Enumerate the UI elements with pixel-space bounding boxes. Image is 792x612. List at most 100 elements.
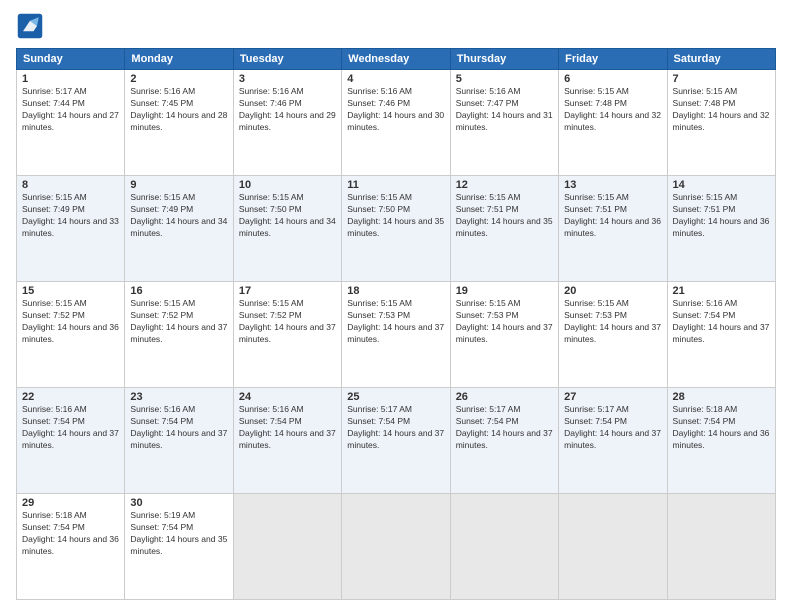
day-number: 22 (22, 391, 119, 403)
day-info: Sunrise: 5:16 AMSunset: 7:54 PMDaylight:… (130, 404, 227, 452)
day-number: 13 (564, 179, 661, 191)
calendar-cell: 8Sunrise: 5:15 AMSunset: 7:49 PMDaylight… (17, 176, 125, 282)
calendar-cell: 18Sunrise: 5:15 AMSunset: 7:53 PMDayligh… (342, 282, 450, 388)
day-number: 1 (22, 73, 119, 85)
day-info: Sunrise: 5:19 AMSunset: 7:54 PMDaylight:… (130, 510, 227, 558)
calendar-cell (233, 494, 341, 600)
calendar-cell: 14Sunrise: 5:15 AMSunset: 7:51 PMDayligh… (667, 176, 775, 282)
calendar-cell: 5Sunrise: 5:16 AMSunset: 7:47 PMDaylight… (450, 70, 558, 176)
calendar-week-row: 29Sunrise: 5:18 AMSunset: 7:54 PMDayligh… (17, 494, 776, 600)
calendar-cell: 13Sunrise: 5:15 AMSunset: 7:51 PMDayligh… (559, 176, 667, 282)
day-info: Sunrise: 5:17 AMSunset: 7:54 PMDaylight:… (347, 404, 444, 452)
calendar-cell: 19Sunrise: 5:15 AMSunset: 7:53 PMDayligh… (450, 282, 558, 388)
day-info: Sunrise: 5:18 AMSunset: 7:54 PMDaylight:… (22, 510, 119, 558)
calendar-cell: 28Sunrise: 5:18 AMSunset: 7:54 PMDayligh… (667, 388, 775, 494)
calendar-cell (559, 494, 667, 600)
calendar-cell: 21Sunrise: 5:16 AMSunset: 7:54 PMDayligh… (667, 282, 775, 388)
day-number: 12 (456, 179, 553, 191)
calendar-cell: 26Sunrise: 5:17 AMSunset: 7:54 PMDayligh… (450, 388, 558, 494)
day-info: Sunrise: 5:16 AMSunset: 7:47 PMDaylight:… (456, 86, 553, 134)
day-info: Sunrise: 5:15 AMSunset: 7:48 PMDaylight:… (673, 86, 770, 134)
calendar-week-row: 1Sunrise: 5:17 AMSunset: 7:44 PMDaylight… (17, 70, 776, 176)
logo (16, 12, 48, 40)
day-info: Sunrise: 5:17 AMSunset: 7:54 PMDaylight:… (456, 404, 553, 452)
day-number: 9 (130, 179, 227, 191)
calendar-cell: 1Sunrise: 5:17 AMSunset: 7:44 PMDaylight… (17, 70, 125, 176)
calendar-day-header: Tuesday (233, 49, 341, 70)
day-number: 16 (130, 285, 227, 297)
calendar-cell (342, 494, 450, 600)
calendar-header-row: SundayMondayTuesdayWednesdayThursdayFrid… (17, 49, 776, 70)
day-number: 27 (564, 391, 661, 403)
day-number: 2 (130, 73, 227, 85)
day-number: 3 (239, 73, 336, 85)
day-number: 18 (347, 285, 444, 297)
day-info: Sunrise: 5:15 AMSunset: 7:53 PMDaylight:… (564, 298, 661, 346)
calendar-cell: 22Sunrise: 5:16 AMSunset: 7:54 PMDayligh… (17, 388, 125, 494)
day-info: Sunrise: 5:15 AMSunset: 7:51 PMDaylight:… (673, 192, 770, 240)
day-info: Sunrise: 5:16 AMSunset: 7:54 PMDaylight:… (673, 298, 770, 346)
day-info: Sunrise: 5:15 AMSunset: 7:51 PMDaylight:… (456, 192, 553, 240)
day-info: Sunrise: 5:16 AMSunset: 7:54 PMDaylight:… (239, 404, 336, 452)
day-number: 28 (673, 391, 770, 403)
day-number: 5 (456, 73, 553, 85)
calendar-day-header: Saturday (667, 49, 775, 70)
calendar-day-header: Thursday (450, 49, 558, 70)
day-number: 20 (564, 285, 661, 297)
calendar-cell: 3Sunrise: 5:16 AMSunset: 7:46 PMDaylight… (233, 70, 341, 176)
calendar-cell: 16Sunrise: 5:15 AMSunset: 7:52 PMDayligh… (125, 282, 233, 388)
day-info: Sunrise: 5:15 AMSunset: 7:51 PMDaylight:… (564, 192, 661, 240)
calendar-day-header: Monday (125, 49, 233, 70)
calendar-cell: 30Sunrise: 5:19 AMSunset: 7:54 PMDayligh… (125, 494, 233, 600)
day-info: Sunrise: 5:15 AMSunset: 7:50 PMDaylight:… (347, 192, 444, 240)
day-number: 26 (456, 391, 553, 403)
calendar-cell: 2Sunrise: 5:16 AMSunset: 7:45 PMDaylight… (125, 70, 233, 176)
day-info: Sunrise: 5:15 AMSunset: 7:53 PMDaylight:… (347, 298, 444, 346)
day-info: Sunrise: 5:16 AMSunset: 7:54 PMDaylight:… (22, 404, 119, 452)
calendar-day-header: Friday (559, 49, 667, 70)
calendar-day-header: Wednesday (342, 49, 450, 70)
calendar-cell: 7Sunrise: 5:15 AMSunset: 7:48 PMDaylight… (667, 70, 775, 176)
calendar-table: SundayMondayTuesdayWednesdayThursdayFrid… (16, 48, 776, 600)
day-number: 17 (239, 285, 336, 297)
day-number: 30 (130, 497, 227, 509)
day-number: 4 (347, 73, 444, 85)
calendar-cell: 10Sunrise: 5:15 AMSunset: 7:50 PMDayligh… (233, 176, 341, 282)
day-info: Sunrise: 5:16 AMSunset: 7:46 PMDaylight:… (239, 86, 336, 134)
calendar-cell: 15Sunrise: 5:15 AMSunset: 7:52 PMDayligh… (17, 282, 125, 388)
calendar-cell: 12Sunrise: 5:15 AMSunset: 7:51 PMDayligh… (450, 176, 558, 282)
calendar-cell (667, 494, 775, 600)
header (16, 12, 776, 40)
day-info: Sunrise: 5:15 AMSunset: 7:52 PMDaylight:… (130, 298, 227, 346)
calendar-cell: 17Sunrise: 5:15 AMSunset: 7:52 PMDayligh… (233, 282, 341, 388)
calendar-cell: 27Sunrise: 5:17 AMSunset: 7:54 PMDayligh… (559, 388, 667, 494)
logo-icon (16, 12, 44, 40)
calendar-cell: 6Sunrise: 5:15 AMSunset: 7:48 PMDaylight… (559, 70, 667, 176)
day-number: 23 (130, 391, 227, 403)
day-number: 24 (239, 391, 336, 403)
day-info: Sunrise: 5:15 AMSunset: 7:50 PMDaylight:… (239, 192, 336, 240)
day-info: Sunrise: 5:16 AMSunset: 7:46 PMDaylight:… (347, 86, 444, 134)
day-number: 29 (22, 497, 119, 509)
calendar-week-row: 8Sunrise: 5:15 AMSunset: 7:49 PMDaylight… (17, 176, 776, 282)
calendar-cell: 20Sunrise: 5:15 AMSunset: 7:53 PMDayligh… (559, 282, 667, 388)
day-info: Sunrise: 5:15 AMSunset: 7:49 PMDaylight:… (22, 192, 119, 240)
day-info: Sunrise: 5:18 AMSunset: 7:54 PMDaylight:… (673, 404, 770, 452)
day-info: Sunrise: 5:17 AMSunset: 7:54 PMDaylight:… (564, 404, 661, 452)
calendar-cell: 23Sunrise: 5:16 AMSunset: 7:54 PMDayligh… (125, 388, 233, 494)
day-number: 6 (564, 73, 661, 85)
calendar-cell: 24Sunrise: 5:16 AMSunset: 7:54 PMDayligh… (233, 388, 341, 494)
day-info: Sunrise: 5:15 AMSunset: 7:49 PMDaylight:… (130, 192, 227, 240)
day-info: Sunrise: 5:15 AMSunset: 7:52 PMDaylight:… (239, 298, 336, 346)
day-number: 21 (673, 285, 770, 297)
day-number: 19 (456, 285, 553, 297)
calendar-day-header: Sunday (17, 49, 125, 70)
day-info: Sunrise: 5:15 AMSunset: 7:53 PMDaylight:… (456, 298, 553, 346)
calendar-week-row: 22Sunrise: 5:16 AMSunset: 7:54 PMDayligh… (17, 388, 776, 494)
calendar-cell: 4Sunrise: 5:16 AMSunset: 7:46 PMDaylight… (342, 70, 450, 176)
day-number: 14 (673, 179, 770, 191)
day-number: 15 (22, 285, 119, 297)
day-number: 8 (22, 179, 119, 191)
day-info: Sunrise: 5:16 AMSunset: 7:45 PMDaylight:… (130, 86, 227, 134)
calendar-cell: 29Sunrise: 5:18 AMSunset: 7:54 PMDayligh… (17, 494, 125, 600)
